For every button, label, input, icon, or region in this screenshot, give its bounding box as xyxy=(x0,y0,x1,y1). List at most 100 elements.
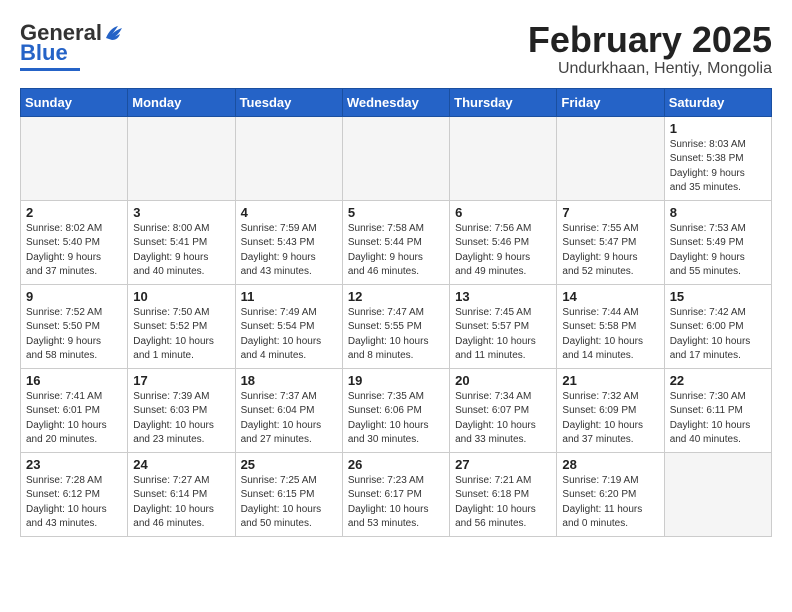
day-info: Sunrise: 8:03 AM Sunset: 5:38 PM Dayligh… xyxy=(670,138,766,196)
day-number: 6 xyxy=(455,205,551,220)
calendar-cell xyxy=(235,116,342,200)
day-number: 11 xyxy=(241,289,337,304)
day-number: 5 xyxy=(348,205,444,220)
calendar-cell: 25 Sunrise: 7:25 AM Sunset: 6:15 PM Dayli… xyxy=(235,452,342,536)
calendar-cell: 20Sunrise: 7:34 AM Sunset: 6:07 PM Dayli… xyxy=(450,368,557,452)
day-info: Sunrise: 7:39 AM Sunset: 6:03 PM Dayligh… xyxy=(133,390,229,448)
logo-bird-icon xyxy=(104,24,126,42)
day-info: Sunrise: 8:02 AM Sunset: 5:40 PM Dayligh… xyxy=(26,222,122,280)
calendar-cell: 18 Sunrise: 7:37 AM Sunset: 6:04 PM Dayli… xyxy=(235,368,342,452)
day-info: Sunrise: 7:41 AM Sunset: 6:01 PM Dayligh… xyxy=(26,390,122,448)
day-info: Sunrise: 7:59 AM Sunset: 5:43 PM Dayligh… xyxy=(241,222,337,280)
day-number: 8 xyxy=(670,205,766,220)
calendar-cell xyxy=(557,116,664,200)
day-number: 18 xyxy=(241,373,337,388)
day-info: Sunrise: 7:25 AM Sunset: 6:15 PM Dayligh… xyxy=(241,474,337,532)
calendar-cell xyxy=(450,116,557,200)
day-number: 4 xyxy=(241,205,337,220)
calendar-cell: 1 Sunrise: 8:03 AM Sunset: 5:38 PM Daylig… xyxy=(664,116,771,200)
day-number: 27 xyxy=(455,457,551,472)
day-info: Sunrise: 7:19 AM Sunset: 6:20 PM Dayligh… xyxy=(562,474,658,532)
day-info: Sunrise: 7:45 AM Sunset: 5:57 PM Dayligh… xyxy=(455,306,551,364)
day-number: 15 xyxy=(670,289,766,304)
weekday-header-friday: Friday xyxy=(557,88,664,116)
day-number: 16 xyxy=(26,373,122,388)
day-info: Sunrise: 7:32 AM Sunset: 6:09 PM Dayligh… xyxy=(562,390,658,448)
calendar-week-row: 1 Sunrise: 8:03 AM Sunset: 5:38 PM Daylig… xyxy=(21,116,772,200)
day-number: 13 xyxy=(455,289,551,304)
day-number: 12 xyxy=(348,289,444,304)
day-info: Sunrise: 7:21 AM Sunset: 6:18 PM Dayligh… xyxy=(455,474,551,532)
calendar-cell: 2 Sunrise: 8:02 AM Sunset: 5:40 PM Daylig… xyxy=(21,200,128,284)
calendar-week-row: 23 Sunrise: 7:28 AM Sunset: 6:12 PM Dayli… xyxy=(21,452,772,536)
month-title: February 2025 xyxy=(528,20,772,60)
calendar-cell: 28 Sunrise: 7:19 AM Sunset: 6:20 PM Dayli… xyxy=(557,452,664,536)
calendar-cell: 15 Sunrise: 7:42 AM Sunset: 6:00 PM Dayli… xyxy=(664,284,771,368)
weekday-header-monday: Monday xyxy=(128,88,235,116)
day-number: 25 xyxy=(241,457,337,472)
weekday-header-sunday: Sunday xyxy=(21,88,128,116)
day-info: Sunrise: 7:44 AM Sunset: 5:58 PM Dayligh… xyxy=(562,306,658,364)
calendar-cell: 24 Sunrise: 7:27 AM Sunset: 6:14 PM Dayli… xyxy=(128,452,235,536)
calendar-cell: 27 Sunrise: 7:21 AM Sunset: 6:18 PM Dayli… xyxy=(450,452,557,536)
calendar-cell: 22Sunrise: 7:30 AM Sunset: 6:11 PM Dayli… xyxy=(664,368,771,452)
day-info: Sunrise: 7:53 AM Sunset: 5:49 PM Dayligh… xyxy=(670,222,766,280)
calendar-cell: 12 Sunrise: 7:47 AM Sunset: 5:55 PM Dayli… xyxy=(342,284,449,368)
day-number: 2 xyxy=(26,205,122,220)
day-info: Sunrise: 7:35 AM Sunset: 6:06 PM Dayligh… xyxy=(348,390,444,448)
calendar-cell: 5Sunrise: 7:58 AM Sunset: 5:44 PM Daylig… xyxy=(342,200,449,284)
calendar-cell: 23 Sunrise: 7:28 AM Sunset: 6:12 PM Dayli… xyxy=(21,452,128,536)
day-number: 14 xyxy=(562,289,658,304)
calendar-cell: 6 Sunrise: 7:56 AM Sunset: 5:46 PM Daylig… xyxy=(450,200,557,284)
day-number: 17 xyxy=(133,373,229,388)
calendar-table: SundayMondayTuesdayWednesdayThursdayFrid… xyxy=(20,88,772,537)
day-number: 3 xyxy=(133,205,229,220)
day-info: Sunrise: 7:37 AM Sunset: 6:04 PM Dayligh… xyxy=(241,390,337,448)
day-info: Sunrise: 7:47 AM Sunset: 5:55 PM Dayligh… xyxy=(348,306,444,364)
calendar-cell xyxy=(128,116,235,200)
calendar-week-row: 2 Sunrise: 8:02 AM Sunset: 5:40 PM Daylig… xyxy=(21,200,772,284)
day-info: Sunrise: 7:49 AM Sunset: 5:54 PM Dayligh… xyxy=(241,306,337,364)
calendar-cell: 3 Sunrise: 8:00 AM Sunset: 5:41 PM Daylig… xyxy=(128,200,235,284)
calendar-cell xyxy=(664,452,771,536)
day-info: Sunrise: 7:52 AM Sunset: 5:50 PM Dayligh… xyxy=(26,306,122,364)
day-number: 7 xyxy=(562,205,658,220)
day-number: 22 xyxy=(670,373,766,388)
calendar-cell: 16 Sunrise: 7:41 AM Sunset: 6:01 PM Dayli… xyxy=(21,368,128,452)
calendar-week-row: 16 Sunrise: 7:41 AM Sunset: 6:01 PM Dayli… xyxy=(21,368,772,452)
weekday-header-wednesday: Wednesday xyxy=(342,88,449,116)
calendar-cell xyxy=(21,116,128,200)
calendar-cell: 10 Sunrise: 7:50 AM Sunset: 5:52 PM Dayli… xyxy=(128,284,235,368)
day-info: Sunrise: 7:56 AM Sunset: 5:46 PM Dayligh… xyxy=(455,222,551,280)
calendar-cell: 4 Sunrise: 7:59 AM Sunset: 5:43 PM Daylig… xyxy=(235,200,342,284)
calendar-cell: 11 Sunrise: 7:49 AM Sunset: 5:54 PM Dayli… xyxy=(235,284,342,368)
logo: General Blue xyxy=(20,20,126,71)
day-info: Sunrise: 8:00 AM Sunset: 5:41 PM Dayligh… xyxy=(133,222,229,280)
day-number: 23 xyxy=(26,457,122,472)
day-number: 24 xyxy=(133,457,229,472)
calendar-cell: 26Sunrise: 7:23 AM Sunset: 6:17 PM Dayli… xyxy=(342,452,449,536)
day-info: Sunrise: 7:27 AM Sunset: 6:14 PM Dayligh… xyxy=(133,474,229,532)
day-info: Sunrise: 7:34 AM Sunset: 6:07 PM Dayligh… xyxy=(455,390,551,448)
calendar-week-row: 9 Sunrise: 7:52 AM Sunset: 5:50 PM Daylig… xyxy=(21,284,772,368)
page-header: General Blue February 2025 Undurkhaan, H… xyxy=(20,20,772,78)
calendar-header-row: SundayMondayTuesdayWednesdayThursdayFrid… xyxy=(21,88,772,116)
day-number: 19 xyxy=(348,373,444,388)
day-info: Sunrise: 7:42 AM Sunset: 6:00 PM Dayligh… xyxy=(670,306,766,364)
location-subtitle: Undurkhaan, Hentiy, Mongolia xyxy=(528,60,772,78)
weekday-header-thursday: Thursday xyxy=(450,88,557,116)
title-section: February 2025 Undurkhaan, Hentiy, Mongol… xyxy=(528,20,772,78)
calendar-cell: 17 Sunrise: 7:39 AM Sunset: 6:03 PM Dayli… xyxy=(128,368,235,452)
calendar-cell: 19 Sunrise: 7:35 AM Sunset: 6:06 PM Dayli… xyxy=(342,368,449,452)
day-number: 28 xyxy=(562,457,658,472)
day-info: Sunrise: 7:28 AM Sunset: 6:12 PM Dayligh… xyxy=(26,474,122,532)
calendar-cell xyxy=(342,116,449,200)
day-info: Sunrise: 7:55 AM Sunset: 5:47 PM Dayligh… xyxy=(562,222,658,280)
day-number: 1 xyxy=(670,121,766,136)
logo-blue: Blue xyxy=(20,40,68,66)
day-number: 9 xyxy=(26,289,122,304)
day-info: Sunrise: 7:50 AM Sunset: 5:52 PM Dayligh… xyxy=(133,306,229,364)
day-number: 10 xyxy=(133,289,229,304)
day-info: Sunrise: 7:23 AM Sunset: 6:17 PM Dayligh… xyxy=(348,474,444,532)
logo-underline xyxy=(20,68,80,71)
